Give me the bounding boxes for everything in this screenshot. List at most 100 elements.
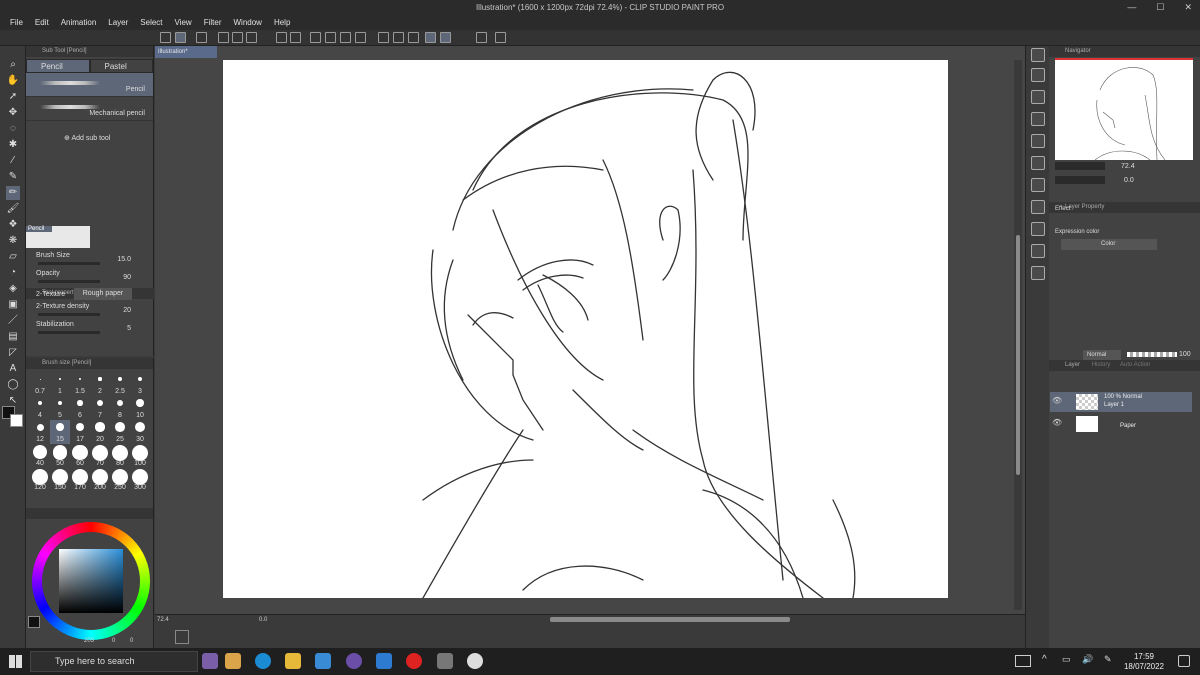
- show-selection-icon[interactable]: [408, 32, 419, 43]
- brush-size-option[interactable]: 15: [50, 420, 70, 444]
- tab-layer[interactable]: Layer: [1065, 362, 1080, 368]
- menu-help[interactable]: Help: [274, 18, 290, 27]
- notification-icon[interactable]: [1178, 655, 1190, 667]
- brush-size-option[interactable]: 60: [70, 444, 90, 468]
- brush-size-option[interactable]: 40: [30, 444, 50, 468]
- menu-file[interactable]: File: [10, 18, 23, 27]
- texture-density-slider[interactable]: [38, 313, 100, 316]
- operation-icon[interactable]: ➚: [6, 90, 20, 104]
- text-icon[interactable]: A: [6, 362, 20, 376]
- taskbar-widget-icon[interactable]: [202, 653, 218, 669]
- network-icon[interactable]: ▭: [1062, 654, 1071, 665]
- texture-select[interactable]: Rough paper: [74, 288, 132, 300]
- blend-mode-select[interactable]: Normal: [1083, 350, 1121, 360]
- navigator-angle-value[interactable]: 0.0: [1124, 177, 1134, 184]
- figure-icon[interactable]: ／: [6, 314, 20, 328]
- material-icon-6[interactable]: [1031, 178, 1045, 192]
- hue-ring[interactable]: [32, 522, 150, 640]
- navigator-angle-slider[interactable]: [1055, 176, 1105, 184]
- brush-size-option[interactable]: 80: [110, 444, 130, 468]
- add-sub-tool-button[interactable]: ⊕ Add sub tool: [64, 134, 110, 142]
- decoration-icon[interactable]: ❋: [6, 234, 20, 248]
- layer-opacity-value[interactable]: 100: [1179, 351, 1191, 358]
- select-tool-icon[interactable]: [175, 32, 186, 43]
- new-file-icon[interactable]: [218, 32, 229, 43]
- snap-special-ruler-icon[interactable]: [440, 32, 451, 43]
- volume-icon[interactable]: 🔊: [1082, 654, 1093, 665]
- hand-icon[interactable]: ✋: [6, 74, 20, 88]
- selection-icon[interactable]: [378, 32, 389, 43]
- layer-row-layer1[interactable]: 100 % Normal Layer 1: [1050, 392, 1192, 412]
- brush-size-option[interactable]: 3: [130, 372, 150, 396]
- taskbar-news-icon[interactable]: [225, 653, 241, 669]
- brush-pencil[interactable]: Pencil: [26, 73, 153, 97]
- brush-size-option[interactable]: 17: [70, 420, 90, 444]
- menu-view[interactable]: View: [175, 18, 192, 27]
- windows-start-icon[interactable]: [9, 655, 22, 668]
- chevron-up-icon[interactable]: ^: [1042, 654, 1047, 665]
- expression-color-select[interactable]: Color: [1061, 239, 1157, 250]
- brush-size-option[interactable]: 50: [50, 444, 70, 468]
- stabilization-value[interactable]: 5: [127, 325, 131, 332]
- close-icon[interactable]: ✕: [1184, 2, 1192, 13]
- brush-size-option[interactable]: 1.5: [70, 372, 90, 396]
- maximize-icon[interactable]: ☐: [1156, 2, 1164, 13]
- opacity-slider[interactable]: [38, 280, 100, 283]
- brush-size-option[interactable]: 6: [70, 396, 90, 420]
- canvas-paper[interactable]: [223, 60, 948, 598]
- opacity-value[interactable]: 90: [123, 274, 131, 281]
- frame-icon[interactable]: ▤: [6, 330, 20, 344]
- brush-size-option[interactable]: 120: [30, 468, 50, 492]
- brush-size-option[interactable]: 150: [50, 468, 70, 492]
- vertical-scrollbar[interactable]: [1014, 60, 1022, 610]
- brush-mechanical-pencil[interactable]: Mechanical pencil: [26, 97, 153, 121]
- menu-animation[interactable]: Animation: [61, 18, 97, 27]
- material-icon[interactable]: [1031, 68, 1045, 82]
- device-icon[interactable]: [476, 32, 487, 43]
- stabilization-slider[interactable]: [38, 331, 100, 334]
- canvas-zoom-value[interactable]: 72.4: [157, 617, 169, 623]
- edge-icon[interactable]: [255, 653, 271, 669]
- blend-icon[interactable]: ◔: [6, 266, 20, 280]
- ruler-icon[interactable]: ◸: [6, 346, 20, 360]
- brush-size-value[interactable]: 15.0: [117, 256, 131, 263]
- eraser-icon[interactable]: ▱: [6, 250, 20, 264]
- help-icon[interactable]: [495, 32, 506, 43]
- opera-icon[interactable]: [406, 653, 422, 669]
- gradient-icon[interactable]: ▣: [6, 298, 20, 312]
- taskbar-search[interactable]: Type here to search: [30, 651, 198, 672]
- brush-size-option[interactable]: 170: [70, 468, 90, 492]
- brush-size-option[interactable]: 10: [130, 396, 150, 420]
- eyedropper-icon[interactable]: ⁄: [6, 154, 20, 168]
- fill-icon[interactable]: [340, 32, 351, 43]
- brush-size-option[interactable]: 2.5: [110, 372, 130, 396]
- brush-size-option[interactable]: 70: [90, 444, 110, 468]
- brush-size-option[interactable]: 7: [90, 396, 110, 420]
- sub-color-swatch[interactable]: [10, 414, 23, 427]
- brush-size-option[interactable]: 30: [130, 420, 150, 444]
- invert-selection-icon[interactable]: [393, 32, 404, 43]
- vertical-scroll-thumb[interactable]: [1016, 235, 1020, 475]
- material-icon-3[interactable]: [1031, 112, 1045, 126]
- fill-tool-icon[interactable]: ◈: [6, 282, 20, 296]
- color-main-swatch[interactable]: [28, 616, 40, 628]
- navigator-zoom-slider[interactable]: [1055, 162, 1105, 170]
- material-icon-8[interactable]: [1031, 222, 1045, 236]
- tab-auto-action[interactable]: Auto Action: [1120, 362, 1150, 368]
- menu-icon[interactable]: [160, 32, 171, 43]
- zoom-icon[interactable]: ⌕: [6, 58, 20, 72]
- document-tab[interactable]: Illustration*: [155, 46, 217, 58]
- material-icon-2[interactable]: [1031, 90, 1045, 104]
- brush-size-option[interactable]: 4: [30, 396, 50, 420]
- minimize-icon[interactable]: —: [1127, 2, 1136, 13]
- material-icon-7[interactable]: [1031, 200, 1045, 214]
- material-icon-4[interactable]: [1031, 134, 1045, 148]
- search-icon[interactable]: [1031, 48, 1045, 62]
- redo-icon[interactable]: [290, 32, 301, 43]
- opacity-slider-bar[interactable]: [1127, 352, 1177, 357]
- pencil-icon[interactable]: ✏: [6, 186, 20, 200]
- navigator-zoom-value[interactable]: 72.4: [1121, 163, 1135, 170]
- navigator-preview[interactable]: [1055, 58, 1193, 161]
- mail-icon[interactable]: [376, 653, 392, 669]
- pen-icon[interactable]: ✎: [6, 170, 20, 184]
